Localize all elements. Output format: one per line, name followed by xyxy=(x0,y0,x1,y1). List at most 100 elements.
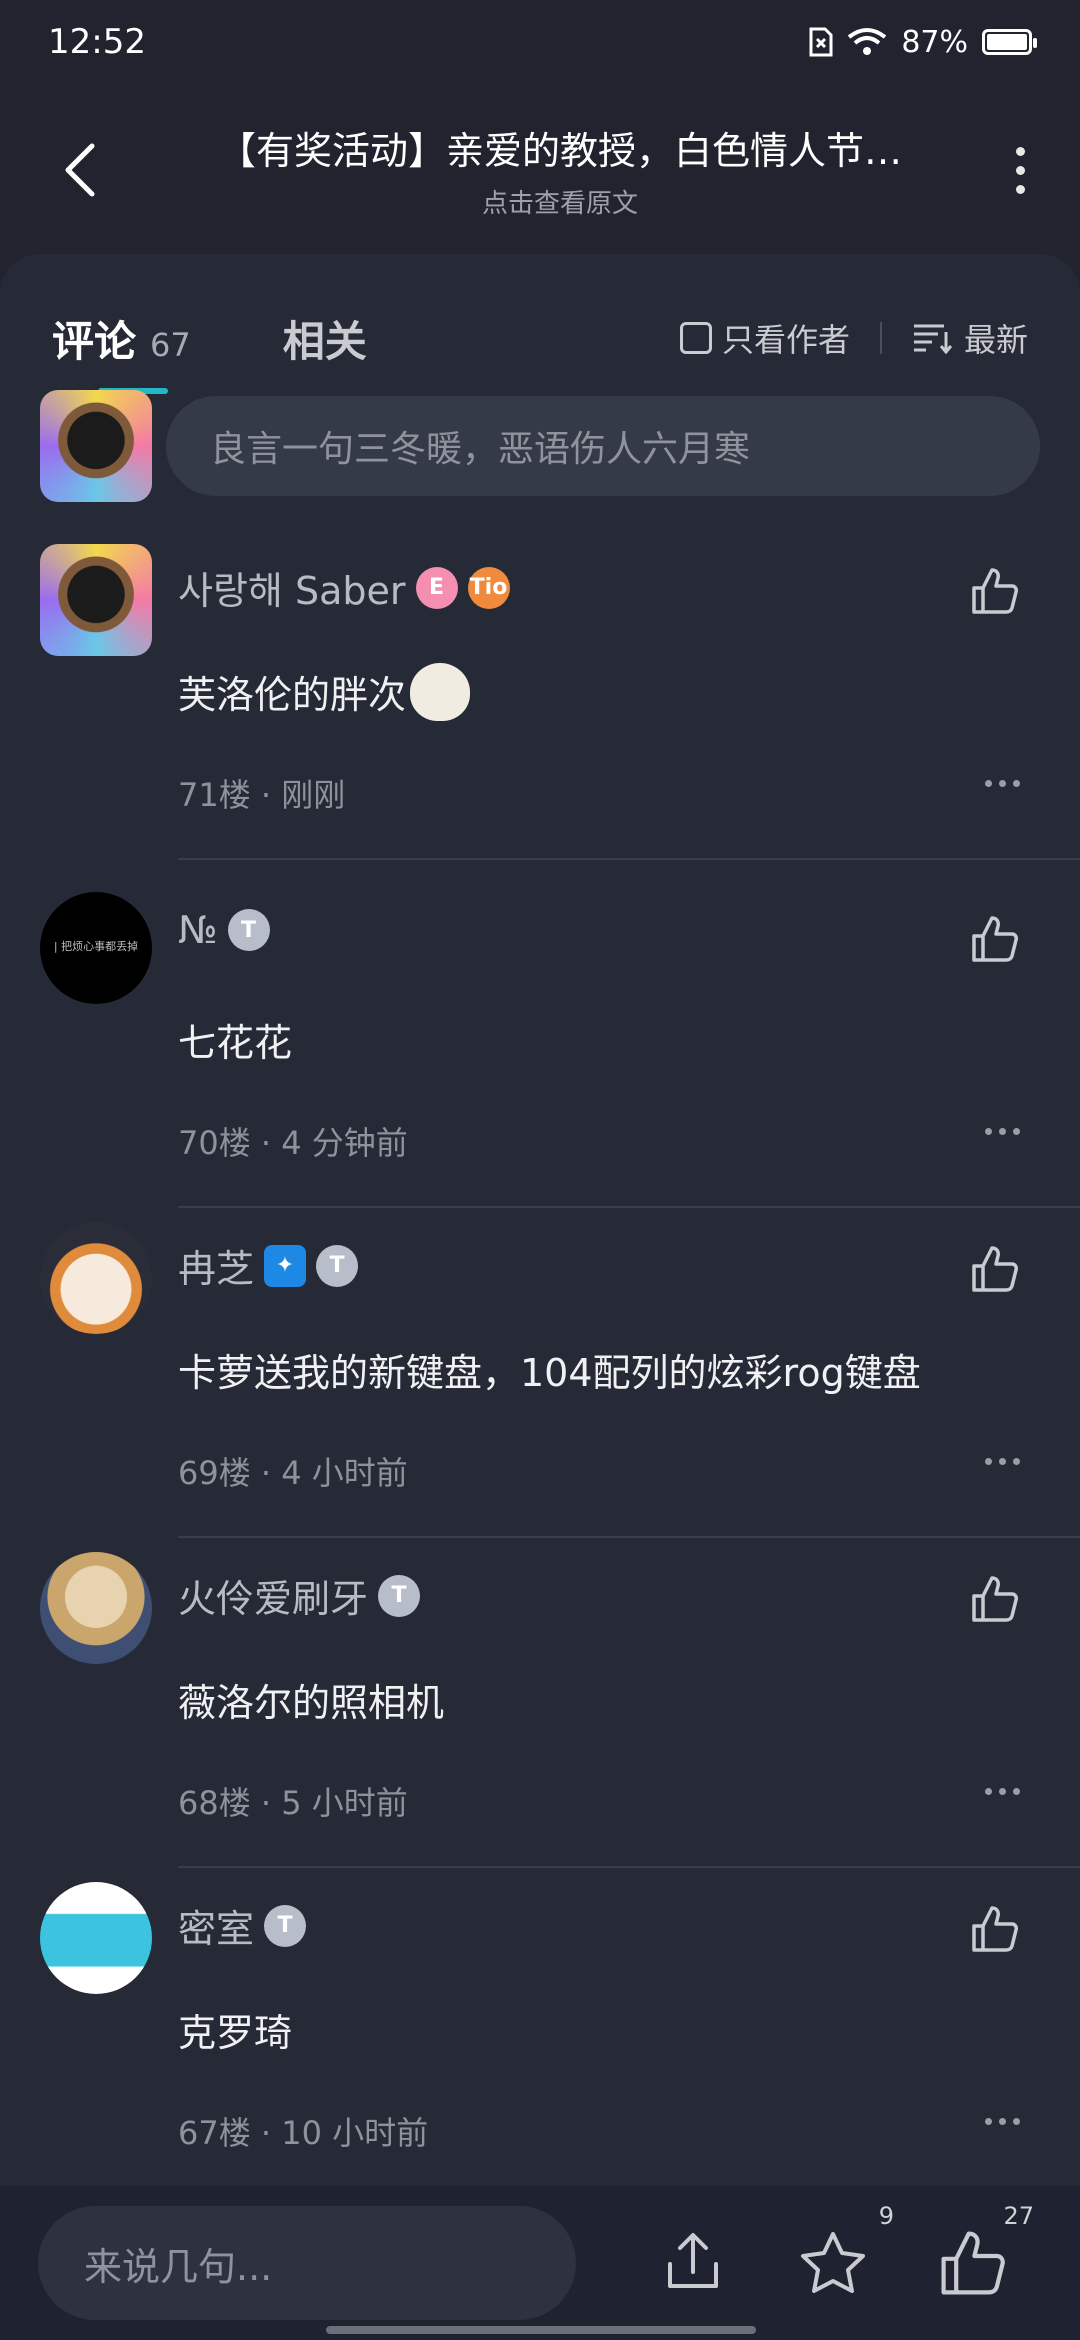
thumb-up-icon xyxy=(941,2231,1005,2295)
avatar[interactable] xyxy=(40,1552,152,1664)
author-row: 密室 T xyxy=(178,1898,307,1953)
floor-number: 69楼 xyxy=(178,1454,251,1492)
timestamp: 5 小时前 xyxy=(281,1784,408,1822)
comment-divider xyxy=(178,1536,1080,1538)
comment-more-button[interactable] xyxy=(985,1788,1020,1795)
more-vertical-icon xyxy=(1015,146,1025,156)
timestamp: 刚刚 xyxy=(281,776,346,814)
timestamp: 10 小时前 xyxy=(281,2114,429,2152)
back-button[interactable] xyxy=(0,100,160,240)
battery-icon xyxy=(982,29,1037,55)
floor-number: 68楼 xyxy=(178,1784,251,1822)
status-icons: 87% xyxy=(809,24,1037,60)
clock: 12:52 xyxy=(48,22,146,62)
thumb-up-icon[interactable] xyxy=(970,1244,1020,1294)
battery-percent: 87% xyxy=(901,24,968,60)
more-options-button[interactable] xyxy=(960,100,1080,240)
comment-text: 卡萝送我的新键盘，104配列的炫彩rog键盘 xyxy=(178,1351,921,1395)
avatar[interactable] xyxy=(40,1222,152,1334)
comment-divider xyxy=(178,1866,1080,1868)
post-title: 【有奖活动】亲爱的教授，白色情人节… xyxy=(217,129,902,173)
comment-meta: 71楼 · 刚刚 xyxy=(178,776,346,814)
comment-filters: 只看作者 最新 xyxy=(679,315,1028,361)
wifi-icon xyxy=(848,28,887,55)
avatar[interactable]: | 把烦心事都丢掉 xyxy=(40,892,152,1004)
comment-meta: 68楼 · 5 小时前 xyxy=(178,1784,408,1822)
comment-text: 克罗琦 xyxy=(178,2011,293,2055)
comment-more-button[interactable] xyxy=(985,780,1020,787)
thumb-up-icon[interactable] xyxy=(970,1574,1020,1624)
share-icon[interactable] xyxy=(658,2228,728,2298)
sim-icon xyxy=(809,27,833,57)
author-name[interactable]: 冉芝 xyxy=(178,1238,254,1293)
author-row: 火伶爱刷牙 T xyxy=(178,1568,421,1623)
comment-text: 芙洛伦的胖次 xyxy=(178,662,471,727)
favorite-count: 9 xyxy=(878,2202,894,2230)
bottom-bar: 来说几句... 9 27 xyxy=(0,2186,1080,2340)
thumb-up-icon[interactable] xyxy=(970,914,1020,964)
author-name[interactable]: № xyxy=(178,908,218,952)
author-row: 사랑해 Saber E Tio xyxy=(178,560,510,615)
author-name[interactable]: 密室 xyxy=(178,1898,254,1953)
comment-panel: 评论 67 相关 只看作者 最新 良言一句三冬暖，恶语伤人六月寒 xyxy=(0,254,1080,2340)
author-only-checkbox[interactable] xyxy=(679,322,712,354)
timestamp: 4 小时前 xyxy=(281,1454,408,1492)
home-indicator[interactable] xyxy=(326,2326,756,2334)
floor-number: 67楼 xyxy=(178,2114,251,2152)
star-icon xyxy=(801,2232,865,2293)
favorite-button[interactable]: 9 xyxy=(798,2202,894,2298)
reply-input-row: 良言一句三冬暖，恶语伤人六月寒 xyxy=(40,390,1040,502)
comment-meta: 67楼 · 10 小时前 xyxy=(178,2114,429,2152)
cat-emoji-icon xyxy=(410,662,471,721)
level-badge-icon: T xyxy=(227,909,270,951)
author-row: № T xyxy=(178,908,270,952)
write-comment-input[interactable]: 来说几句... xyxy=(38,2206,576,2320)
avatar-text: | 把烦心事都丢掉 xyxy=(53,940,139,953)
timestamp: 4 分钟前 xyxy=(281,1124,408,1162)
comment-divider xyxy=(178,1206,1080,1208)
tab-comments[interactable]: 评论 67 xyxy=(52,308,191,369)
comment-text-content: 芙洛伦的胖次 xyxy=(178,673,407,717)
tab-comments-label: 评论 xyxy=(52,316,137,366)
author-only-label[interactable]: 只看作者 xyxy=(722,315,850,361)
comment-meta: 69楼 · 4 小时前 xyxy=(178,1454,408,1492)
level-badge-icon: Tio xyxy=(467,566,510,609)
action-icons: 9 27 xyxy=(658,2202,1042,2298)
author-name[interactable]: 사랑해 Saber xyxy=(178,560,406,615)
floor-number: 70楼 xyxy=(178,1124,251,1162)
thumb-up-icon[interactable] xyxy=(970,1904,1020,1954)
reply-input[interactable]: 良言一句三冬暖，恶语伤人六月寒 xyxy=(166,396,1040,496)
title-area[interactable]: 【有奖活动】亲爱的教授，白色情人节… 点击查看原文 xyxy=(160,120,960,220)
level-badge-icon: T xyxy=(316,1244,359,1287)
status-bar: 12:52 87% xyxy=(0,0,1080,84)
level-badge-icon: T xyxy=(378,1574,421,1617)
floor-number: 71楼 xyxy=(178,776,251,814)
comment-text: 薇洛尔的照相机 xyxy=(178,1681,445,1725)
user-badge-icon: E xyxy=(415,566,458,609)
comment-meta: 70楼 · 4 分钟前 xyxy=(178,1124,408,1162)
comment-tabs: 评论 67 相关 只看作者 最新 xyxy=(0,298,1080,378)
divider xyxy=(879,322,882,354)
author-row: 冉芝 ✦ T xyxy=(178,1238,359,1293)
view-original-link[interactable]: 点击查看原文 xyxy=(160,183,960,220)
comment-more-button[interactable] xyxy=(985,1458,1020,1465)
avatar[interactable] xyxy=(40,1882,152,1994)
sort-icon[interactable] xyxy=(912,322,952,354)
author-name[interactable]: 火伶爱刷牙 xyxy=(178,1568,368,1623)
game-badge-icon: ✦ xyxy=(264,1244,307,1287)
comment-divider xyxy=(178,858,1080,860)
avatar[interactable] xyxy=(40,544,152,656)
comment-more-button[interactable] xyxy=(985,2118,1020,2125)
my-avatar[interactable] xyxy=(40,390,152,502)
thumb-up-icon[interactable] xyxy=(970,566,1020,616)
level-badge-icon: T xyxy=(264,1904,307,1947)
comment-more-button[interactable] xyxy=(985,1128,1020,1135)
like-count: 27 xyxy=(1003,2202,1034,2230)
comment-text: 七花花 xyxy=(178,1021,293,1065)
tab-related[interactable]: 相关 xyxy=(283,308,367,369)
back-arrow-icon xyxy=(65,143,95,197)
comment-count: 67 xyxy=(150,325,191,364)
header: 【有奖活动】亲爱的教授，白色情人节… 点击查看原文 xyxy=(0,100,1080,240)
like-post-button[interactable]: 27 xyxy=(938,2202,1034,2298)
sort-label[interactable]: 最新 xyxy=(964,315,1028,361)
